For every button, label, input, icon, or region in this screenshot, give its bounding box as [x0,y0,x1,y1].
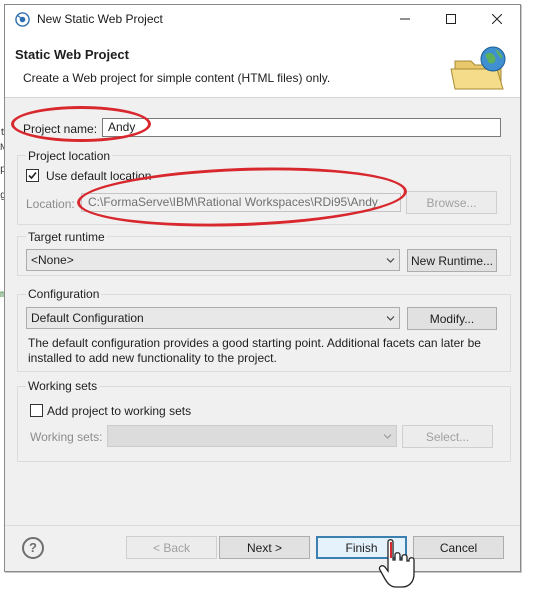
working-sets-group [17,386,511,462]
web-project-folder-icon [450,46,506,90]
wizard-header: Static Web Project Create a Web project … [5,33,520,98]
close-button[interactable] [474,5,520,33]
minimize-icon [400,18,410,20]
target-runtime-label: Target runtime [26,230,107,244]
page-title: Static Web Project [15,47,129,62]
modify-button[interactable]: Modify... [407,307,497,330]
minimize-button[interactable] [382,5,428,33]
window-title: New Static Web Project [37,12,163,26]
dialog-window: New Static Web Project Static Web Projec… [4,4,521,572]
next-button[interactable]: Next > [219,536,310,559]
checkmark-icon [28,171,37,180]
chevron-down-icon [383,434,392,439]
close-icon [492,14,502,24]
working-sets-select[interactable] [107,425,397,447]
hand-cursor-icon [378,539,415,588]
project-name-input[interactable]: Andy [102,118,501,137]
working-sets-field-label: Working sets: [30,430,103,444]
configuration-label: Configuration [26,287,102,301]
configuration-description: The default configuration provides a goo… [28,336,481,365]
cancel-button[interactable]: Cancel [413,536,504,559]
select-working-sets-button[interactable]: Select... [402,425,493,448]
maximize-button[interactable] [428,5,474,33]
browse-button[interactable]: Browse... [406,191,497,214]
target-runtime-select[interactable]: <None> [26,249,400,271]
location-label: Location: [26,197,75,211]
annotation-ellipse [11,106,151,142]
project-location-label: Project location [26,149,113,163]
button-bar-divider [5,525,520,526]
configuration-value: Default Configuration [31,311,144,325]
chevron-down-icon [386,258,395,263]
maximize-icon [446,14,456,24]
page-description: Create a Web project for simple content … [23,71,331,85]
add-to-working-sets-checkbox[interactable] [30,404,43,417]
new-runtime-button[interactable]: New Runtime... [407,249,497,272]
add-to-working-sets-label: Add project to working sets [47,404,192,418]
configuration-select[interactable]: Default Configuration [26,307,400,329]
back-button[interactable]: < Back [126,536,217,559]
help-icon[interactable]: ? [22,537,44,559]
target-runtime-value: <None> [31,253,74,267]
use-default-location-checkbox[interactable] [26,169,39,182]
working-sets-label: Working sets [26,379,100,393]
title-bar: New Static Web Project [5,5,520,33]
eclipse-app-icon [15,12,30,27]
page: t N p g m New Static Web Project Static [0,0,553,609]
chevron-down-icon [386,316,395,321]
